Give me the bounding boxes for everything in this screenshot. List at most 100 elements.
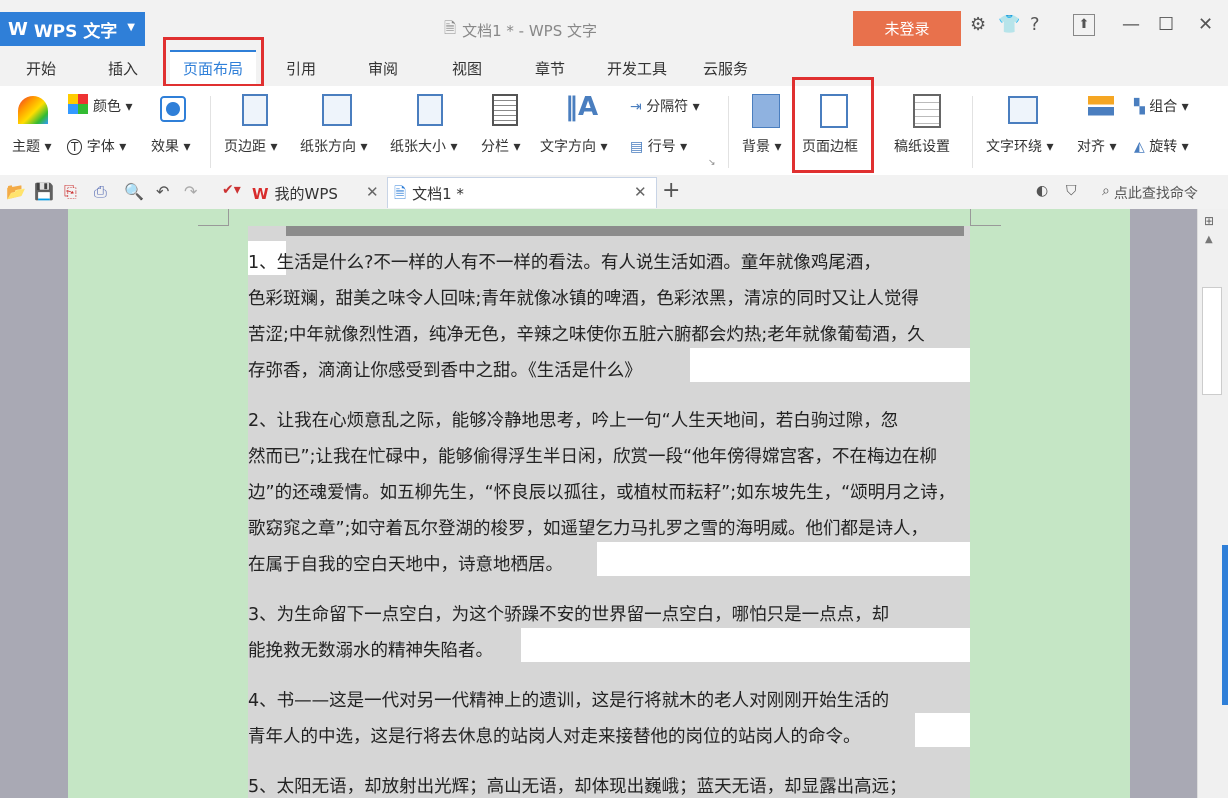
margins-icon[interactable] xyxy=(242,94,268,126)
export-pdf-icon[interactable]: ⎘ xyxy=(64,182,77,202)
text-wrap-button[interactable]: 文字环绕 ▾ xyxy=(986,136,1053,156)
text-line: 存弥香，滴滴让你感受到香中之甜。《生活是什么》 xyxy=(248,361,642,381)
tab-my-wps[interactable]: W 我的WPS xyxy=(252,183,338,204)
selection-gap xyxy=(597,542,970,576)
text-line: 能挽救无数溺水的精神失陷者。 xyxy=(248,641,493,661)
dialog-launcher-icon[interactable]: ↘ xyxy=(708,158,716,168)
orientation-icon[interactable] xyxy=(322,94,352,126)
text-line: 歌窈窕之章”;如守着瓦尔登湖的梭罗，如遥望乞力马扎罗之雪的海明威。他们都是诗人， xyxy=(248,519,928,539)
separator-icon: ⇥ xyxy=(630,99,642,115)
background-icon[interactable] xyxy=(752,94,780,128)
effect-button[interactable]: 效果 ▾ xyxy=(151,136,190,156)
undo-icon[interactable]: ↶ xyxy=(156,182,169,201)
customize-icon[interactable]: ✔▾ xyxy=(222,182,241,198)
sync-icon[interactable]: ◐ xyxy=(1036,183,1048,199)
text-direction-icon[interactable]: ‖A xyxy=(565,92,598,122)
search-icon: ⌕ xyxy=(1102,183,1110,199)
text-line: 在属于自我的空白天地中，诗意地栖居。 xyxy=(248,555,563,575)
tab-developer[interactable]: 开发工具 xyxy=(607,58,667,79)
text-line: 苦涩;中年就像烈性酒，纯净无色，辛辣之味使你五脏六腑都会灼热;老年就像葡萄酒，久 xyxy=(248,325,925,345)
print-icon[interactable]: ⎙ xyxy=(94,182,107,202)
draft-paper-button[interactable]: 稿纸设置 xyxy=(894,136,950,156)
tab-cloud[interactable]: 云服务 xyxy=(703,58,748,79)
font-icon: T xyxy=(67,139,83,155)
close-doc-tab-icon[interactable]: ✕ xyxy=(634,183,647,201)
command-search[interactable]: ⌕ 点此查找命令 xyxy=(1102,183,1198,203)
tab-review[interactable]: 审阅 xyxy=(368,58,398,79)
help-icon[interactable]: ? xyxy=(1030,14,1040,35)
text-line: 1、生活是什么?不一样的人有不一样的看法。有人说生活如酒。童年就像鸡尾酒， xyxy=(248,253,881,273)
line-number-button[interactable]: ▤ 行号 ▾ xyxy=(630,136,687,156)
rotate-icon: ◭ xyxy=(1134,139,1145,155)
maximize-icon[interactable]: ☐ xyxy=(1158,14,1174,35)
save-icon[interactable]: 💾 xyxy=(34,182,54,201)
theme-button[interactable]: 主题 ▾ xyxy=(12,136,51,156)
tab-highlight-box xyxy=(163,37,264,87)
app-name: WPS 文字 xyxy=(33,21,118,42)
new-tab-icon[interactable]: + xyxy=(662,178,680,203)
background-button[interactable]: 背景 ▾ xyxy=(742,136,781,156)
workspace-margin-right xyxy=(1130,209,1197,798)
close-icon[interactable]: ✕ xyxy=(1198,14,1213,35)
text-line: 青年人的中选，这是行将去休息的站岗人对走来接替他的岗位的站岗人的命令。 xyxy=(248,727,861,747)
skin-icon[interactable]: ⚙ xyxy=(970,14,986,35)
text-wrap-icon[interactable] xyxy=(1008,96,1038,124)
separator-button[interactable]: ⇥ 分隔符 ▾ xyxy=(630,96,700,116)
filter-icon[interactable]: ⛉ xyxy=(1066,183,1077,199)
open-icon[interactable]: 📂 xyxy=(6,182,26,201)
chevron-down-icon: ▼ xyxy=(127,22,135,33)
wps-red-logo-icon: W xyxy=(252,184,269,203)
columns-button[interactable]: 分栏 ▾ xyxy=(481,136,520,156)
color-button[interactable]: 颜色 ▾ xyxy=(93,96,132,116)
effect-icon[interactable] xyxy=(160,96,186,122)
orientation-button[interactable]: 纸张方向 ▾ xyxy=(300,136,367,156)
minimize-icon[interactable]: — xyxy=(1122,14,1140,35)
font-button[interactable]: T 字体 ▾ xyxy=(67,136,126,156)
align-button[interactable]: 对齐 ▾ xyxy=(1077,136,1116,156)
doc-tab-label: 🗎 文档1 * xyxy=(394,183,464,208)
corner-mark-left xyxy=(198,209,229,226)
theme-icon[interactable] xyxy=(18,96,48,124)
text-line: 色彩斑斓，甜美之味令人回味;青年就像冰镇的啤酒，色彩浓黑，清凉的同时又让人觉得 xyxy=(248,289,919,309)
group-button[interactable]: ▚ 组合 ▾ xyxy=(1134,96,1189,116)
document-icon: 🗎 xyxy=(394,184,407,202)
margins-button[interactable]: 页边距 ▾ xyxy=(224,136,277,156)
close-mywps-tab-icon[interactable]: ✕ xyxy=(366,183,379,201)
tab-chapter[interactable]: 章节 xyxy=(535,58,565,79)
rotate-button[interactable]: ◭ 旋转 ▾ xyxy=(1134,136,1189,156)
scroll-position-marker xyxy=(1222,545,1228,705)
redo-icon[interactable]: ↷ xyxy=(184,182,197,201)
login-button[interactable]: 未登录 xyxy=(853,11,961,46)
align-icon[interactable] xyxy=(1088,96,1114,124)
text-line: 边”的还魂爱情。如五柳先生，“怀良辰以孤往，或植杖而耘耔”;如东坡先生，“颂明月… xyxy=(248,483,956,503)
text-direction-button[interactable]: 文字方向 ▾ xyxy=(540,136,607,156)
pin-icon[interactable]: ⬆ xyxy=(1073,14,1095,36)
shirt-icon[interactable]: 👕 xyxy=(998,14,1020,35)
scroll-up-icon[interactable]: ▲ xyxy=(1205,234,1213,245)
scrollbar-thumb[interactable] xyxy=(1202,287,1222,395)
tab-home[interactable]: 开始 xyxy=(26,58,56,79)
tab-view[interactable]: 视图 xyxy=(452,58,482,79)
text-line: 2、让我在心烦意乱之际，能够冷静地思考，吟上一句“人生天地间，若白驹过隙，忽 xyxy=(248,411,899,431)
tab-references[interactable]: 引用 xyxy=(286,58,316,79)
ruler-toggle-icon[interactable]: ⊞ xyxy=(1204,214,1214,228)
selection-gap xyxy=(690,348,970,382)
selection-top-bar xyxy=(286,226,964,236)
corner-mark-right xyxy=(970,209,1001,226)
selection-gap xyxy=(915,713,970,747)
wps-logo-icon: W xyxy=(8,18,28,40)
tab-insert[interactable]: 插入 xyxy=(108,58,138,79)
draft-paper-icon[interactable] xyxy=(913,94,941,128)
text-line: 3、为生命留下一点空白，为这个骄躁不安的世界留一点空白，哪怕只是一点点，却 xyxy=(248,605,890,625)
print-preview-icon[interactable]: 🔍 xyxy=(124,182,144,201)
columns-icon[interactable] xyxy=(492,94,518,126)
page-border-highlight-box xyxy=(792,77,874,173)
line-number-icon: ▤ xyxy=(630,139,644,155)
window-title: 🗎 文档1 * - WPS 文字 xyxy=(444,18,597,43)
color-icon[interactable] xyxy=(68,94,88,114)
page-size-button[interactable]: 纸张大小 ▾ xyxy=(390,136,457,156)
page-size-icon[interactable] xyxy=(417,94,443,126)
text-line: 5、太阳无语，却放射出光辉；高山无语，却体现出巍峨；蓝天无语，却显露出高远； xyxy=(248,777,907,797)
ribbon-separator xyxy=(972,96,973,168)
app-menu-button[interactable]: W WPS 文字 ▼ xyxy=(0,12,145,46)
